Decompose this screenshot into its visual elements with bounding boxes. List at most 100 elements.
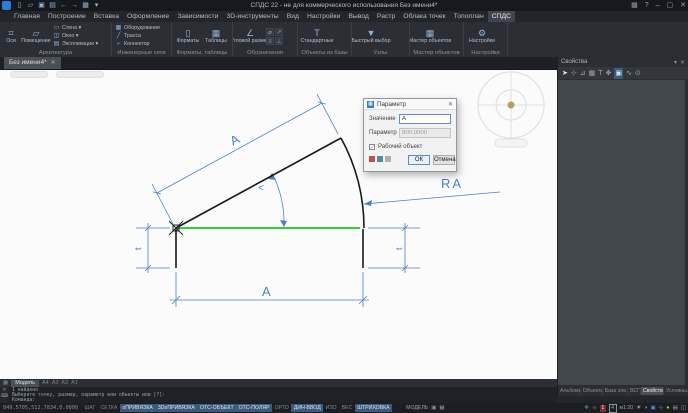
group-label-formats[interactable]: Форматы, таблицы: [172, 49, 232, 57]
outer-arc[interactable]: [340, 137, 365, 229]
display-icon[interactable]: ▣: [650, 404, 655, 413]
group-label-annotations[interactable]: Обозначения: [233, 49, 297, 57]
tool-object-master[interactable]: ▦ Мастер объектов: [410, 27, 451, 45]
value-input[interactable]: [399, 114, 451, 124]
tab-oblaka-tochek[interactable]: Облака точек: [399, 11, 449, 22]
save-icon[interactable]: ▣: [37, 1, 46, 10]
diameter-dim-icon[interactable]: ⌀: [266, 27, 274, 36]
drawing-canvas[interactable]: A < RA A t t ▦ Параметр ✕ Значение A Пар…: [0, 70, 557, 379]
tab-zavisimosti[interactable]: Зависимости: [173, 11, 222, 22]
tab-postroenie[interactable]: Построение: [44, 11, 90, 22]
panel-tab-albums[interactable]: Альбомы: [558, 386, 581, 395]
panel-tab-objects[interactable]: Объекты: [581, 386, 603, 395]
ok-button[interactable]: ОК: [408, 155, 430, 165]
tab-vstavka[interactable]: Вставка: [90, 11, 123, 22]
work-object-checkbox[interactable]: ✓: [369, 144, 375, 151]
layout-tab-model[interactable]: Модель: [11, 379, 39, 387]
dialog-mini-icon-teal[interactable]: [377, 156, 383, 162]
tool-quick-select[interactable]: ▼ Быстрый выбор: [352, 27, 391, 45]
tab-3d-instrumenty[interactable]: 3D-инструменты: [222, 11, 282, 22]
tab-vid[interactable]: Вид: [283, 11, 303, 22]
clean-screen-icon[interactable]: ◫: [681, 404, 686, 413]
tool-tables[interactable]: ▦ Таблицы: [203, 27, 229, 45]
select-cursor-icon[interactable]: ➤: [562, 68, 568, 79]
open-file-icon[interactable]: ▱: [26, 1, 35, 10]
tab-vyvod[interactable]: Вывод: [344, 11, 373, 22]
toggle-dyn-input[interactable]: ДИН-ВВОД: [291, 404, 324, 412]
aligned-dimension[interactable]: [151, 93, 339, 225]
dialog-mini-icon-red[interactable]: [369, 156, 375, 162]
navigation-wheel[interactable]: [472, 66, 552, 148]
document-tab-close-icon[interactable]: ✕: [51, 57, 56, 69]
layout-tab-a3[interactable]: А3: [52, 380, 59, 386]
tab-nastroyki[interactable]: Настройки: [303, 11, 344, 22]
crosshair-icon[interactable]: ⊹: [659, 404, 664, 413]
tab-glavnaya[interactable]: Главная: [10, 11, 44, 22]
moon-icon[interactable]: ◑: [644, 404, 647, 413]
print-icon[interactable]: ▦: [81, 1, 90, 10]
tool-formats[interactable]: ▯ Форматы: [175, 27, 201, 45]
panel-tool-icon-3[interactable]: ▦: [589, 68, 596, 79]
panel-tool-icon-5[interactable]: ✥: [606, 68, 612, 79]
wheel-toolbar-pill[interactable]: [494, 138, 528, 148]
minimize-button[interactable]: –: [656, 0, 660, 11]
tool-settings[interactable]: ⚙ Настройки: [467, 27, 497, 45]
tool-equipment[interactable]: ▦ Оборудование: [115, 25, 160, 32]
group-label-engineering[interactable]: Инженерные сети: [112, 49, 171, 57]
panel-tool-icon-6-selected[interactable]: ▣: [614, 67, 624, 79]
bulb-icon[interactable]: ☼: [592, 404, 597, 413]
tool-wall[interactable]: ▭ Стена ▾: [53, 25, 98, 32]
panel-pin-icon[interactable]: ▾: [674, 59, 677, 66]
ribbon-layout-icon[interactable]: ▦: [631, 0, 638, 11]
toggle-osnap[interactable]: оПРИВЯЗКА: [119, 404, 156, 412]
toggle-ortho[interactable]: ОРТО: [272, 404, 291, 412]
maximize-button[interactable]: ▢: [667, 0, 674, 11]
layouts-menu-icon[interactable]: ▦: [3, 380, 8, 386]
tab-oformlenie[interactable]: Оформление: [123, 11, 173, 22]
wheel-center-dot[interactable]: [507, 101, 515, 109]
dialog-close-icon[interactable]: ✕: [448, 101, 453, 108]
group-label-object-master[interactable]: Мастер объектов: [410, 49, 463, 57]
panel-tool-icon-7[interactable]: ∿: [626, 68, 632, 79]
model-space-indicator[interactable]: МОДЕЛЬ: [406, 405, 428, 411]
notification-badge[interactable]: 1: [599, 404, 606, 412]
panel-tool-icon-1[interactable]: ⊹: [571, 68, 577, 79]
group-label-settings[interactable]: Настройки: [464, 49, 507, 57]
group-label-nodes[interactable]: Узлы: [352, 49, 409, 57]
tool-window[interactable]: ◫ Окно ▾: [53, 33, 98, 40]
tool-standard-parts[interactable]: T Стандартные: [300, 27, 333, 45]
toggle-grid[interactable]: СЕТКА: [98, 404, 120, 412]
monitor-icon[interactable]: ▤: [673, 404, 678, 413]
angle-dimension[interactable]: [271, 172, 285, 227]
document-tab[interactable]: Без имени4* ✕: [4, 57, 61, 69]
section-mark-icon[interactable]: ⊥: [275, 36, 283, 45]
panel-header[interactable]: Свойства ▾ ✕: [558, 57, 688, 67]
dialog-title-bar[interactable]: ▦ Параметр ✕: [364, 99, 456, 110]
tool-room[interactable]: ▱ Помещение: [21, 27, 51, 45]
panel-tab-symbols[interactable]: Условны...: [664, 387, 688, 395]
tab-topoplan[interactable]: Топоплан: [450, 11, 488, 22]
tool-axes[interactable]: ⌗ Оси: [3, 27, 19, 45]
paper-space-icon[interactable]: ▦: [439, 405, 444, 411]
toggle-polar[interactable]: ОТС-ПОЛЯР: [236, 404, 273, 412]
layout-tab-a1[interactable]: А1: [71, 380, 78, 386]
close-button[interactable]: ✕: [680, 0, 686, 11]
scale-indicator[interactable]: м1:20: [620, 405, 634, 411]
panel-tool-icon-8[interactable]: ⊙: [635, 68, 641, 79]
tool-explication[interactable]: ▤ Экспликации ▾: [53, 41, 99, 48]
level-mark-icon[interactable]: ≡: [266, 36, 274, 45]
toggle-lineweight[interactable]: ВЕС: [339, 404, 355, 412]
save-as-icon[interactable]: ▤: [48, 1, 57, 10]
dialog-mini-icon-gray[interactable]: [385, 156, 391, 162]
qat-dropdown-icon[interactable]: ▾: [92, 1, 101, 10]
radius-leader-line[interactable]: [363, 191, 501, 205]
panel-tool-icon-2[interactable]: ⊿: [580, 68, 586, 79]
toggle-hatch[interactable]: ШТРИХОВКА: [354, 404, 393, 412]
toggle-otrack[interactable]: ОТС-ОБЪЕКТ: [197, 404, 237, 412]
model-space-icon[interactable]: ▣: [431, 405, 436, 411]
redo-icon[interactable]: →: [70, 1, 79, 10]
app-logo-icon[interactable]: [2, 1, 11, 10]
layout-tab-a4[interactable]: А4: [42, 380, 49, 386]
group-label-architecture[interactable]: Архитектура: [0, 49, 111, 57]
leader-icon[interactable]: ↗: [275, 27, 283, 36]
